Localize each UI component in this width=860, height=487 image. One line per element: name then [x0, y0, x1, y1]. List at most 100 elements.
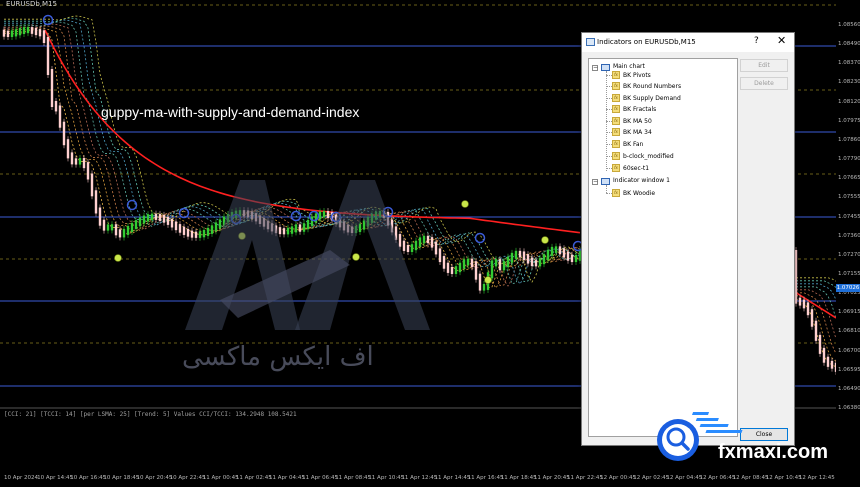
indicators-dialog[interactable]: Indicators on EURUSDb,M15 ? ✕ − Main cha… — [581, 32, 795, 446]
indicator-icon: fx — [612, 105, 620, 113]
fractal-up-marker — [126, 199, 138, 211]
candle — [278, 227, 282, 235]
candle — [474, 261, 478, 280]
candle — [94, 190, 98, 214]
tree-group-main-chart[interactable]: Main chart — [613, 63, 645, 70]
time-tick: 12 Apr 08:45 — [732, 475, 769, 481]
price-tick: 1.07665 — [838, 175, 860, 182]
help-button[interactable]: ? — [754, 36, 759, 46]
tree-item-bk-fractals[interactable]: BK Fractals — [623, 106, 656, 113]
candle — [506, 256, 510, 268]
candle — [806, 302, 810, 316]
time-tick: 10 Apr 14:45 — [37, 475, 73, 481]
guppy-ma-line — [4, 21, 581, 285]
candle — [478, 273, 482, 291]
candle — [86, 162, 90, 180]
collapse-icon[interactable]: − — [592, 179, 598, 185]
time-tick: 11 Apr 18:45 — [500, 475, 537, 481]
time-tick: 12 Apr 00:45 — [600, 475, 637, 481]
candle — [218, 219, 222, 229]
collapse-icon[interactable]: − — [592, 65, 598, 71]
tree-item-bk-ma-50[interactable]: BK MA 50 — [623, 118, 652, 125]
candle — [150, 213, 154, 221]
time-axis[interactable]: 10 Apr 2024 10 Apr 14:45 10 Apr 16:45 10 Ap… — [0, 475, 860, 487]
candle — [470, 258, 474, 268]
indicator-icon: fx — [612, 164, 620, 172]
candle — [298, 224, 302, 232]
candle — [818, 334, 822, 354]
tree-item-60sec-t1[interactable]: 60sec-t1 — [623, 165, 649, 172]
candle — [510, 252, 514, 263]
dialog-titlebar[interactable]: Indicators on EURUSDb,M15 ? ✕ — [582, 33, 794, 52]
candle — [42, 30, 46, 43]
candle — [498, 259, 502, 271]
time-tick: 10 Apr 2024 — [4, 475, 39, 481]
candle — [50, 69, 54, 107]
candle — [406, 244, 410, 252]
candle — [550, 246, 554, 256]
candle — [202, 229, 206, 238]
time-tick: 10 Apr 16:45 — [70, 475, 107, 481]
price-tick: 1.08370 — [838, 60, 860, 67]
candle — [74, 158, 78, 165]
close-icon[interactable]: ✕ — [777, 34, 786, 47]
edit-button[interactable]: Edit — [740, 59, 788, 72]
price-tick: 1.06490 — [838, 385, 860, 392]
indicator-icon: fx — [612, 94, 620, 102]
candle — [14, 29, 18, 37]
candle — [462, 259, 466, 269]
candle — [326, 211, 330, 219]
candle — [102, 219, 106, 231]
candle — [46, 37, 50, 75]
indicator-icon: fx — [612, 82, 620, 90]
tree-item-bk-woodie[interactable]: BK Woodie — [623, 190, 655, 197]
time-tick: 11 Apr 12:45 — [401, 475, 438, 481]
indicator-window-icon — [601, 178, 610, 185]
tree-group-indicator-window-1[interactable]: Indicator window 1 — [613, 177, 670, 184]
tree-item-b-clock-modified[interactable]: b-clock_modified — [623, 153, 674, 160]
tree-item-bk-fan[interactable]: BK Fan — [623, 141, 643, 148]
indicator-icon: fx — [612, 71, 620, 79]
price-tick: 1.07860 — [838, 136, 860, 143]
guppy-ma-line — [4, 17, 581, 283]
candle — [90, 173, 94, 197]
tree-item-bk-pivots[interactable]: BK Pivots — [623, 72, 651, 79]
candle — [162, 214, 166, 223]
candle — [282, 228, 286, 235]
price-tick: 1.08230 — [838, 79, 860, 86]
indicator-tree[interactable]: − Main chart fx BK Pivots fx BK Round Nu… — [588, 58, 738, 437]
guppy-ma-line — [4, 25, 581, 287]
tree-item-bk-supply-demand[interactable]: BK Supply Demand — [623, 95, 681, 102]
candle — [130, 222, 134, 232]
candle — [26, 27, 30, 34]
delete-button[interactable]: Delete — [740, 77, 788, 90]
candle — [482, 283, 486, 291]
candle — [526, 254, 530, 264]
candle — [210, 225, 214, 234]
price-tick: 1.07455 — [838, 213, 860, 220]
candle — [198, 231, 202, 238]
indicator-icon: fx — [612, 128, 620, 136]
price-tick: 1.08560 — [838, 22, 860, 28]
candle — [542, 254, 546, 265]
candle — [146, 214, 150, 222]
candle — [66, 139, 70, 159]
candle — [106, 224, 110, 231]
price-tick: 1.06810 — [838, 328, 860, 335]
price-tick: 1.07270 — [838, 251, 860, 258]
fractal-up-marker — [178, 207, 190, 219]
fractal-down-marker — [352, 253, 360, 261]
tree-item-bk-round-numbers[interactable]: BK Round Numbers — [623, 83, 681, 90]
overlay-title: guppy-ma-with-supply-and-demand-index — [101, 104, 360, 120]
candle — [110, 224, 114, 231]
chart-symbol: EURUSDb,M15 — [6, 0, 57, 8]
candle — [454, 266, 458, 274]
time-tick: 12 Apr 06:45 — [699, 475, 736, 481]
time-tick: 11 Apr 06:45 — [302, 475, 338, 481]
fractal-down-marker — [484, 276, 492, 284]
trading-screen: EURUSDb,M15 guppy-ma-with-supply-and-dem… — [0, 0, 860, 487]
candle — [158, 213, 162, 221]
tree-item-bk-ma-34[interactable]: BK MA 34 — [623, 129, 652, 136]
fractal-up-marker — [42, 14, 54, 26]
fractal-down-marker — [541, 236, 549, 244]
